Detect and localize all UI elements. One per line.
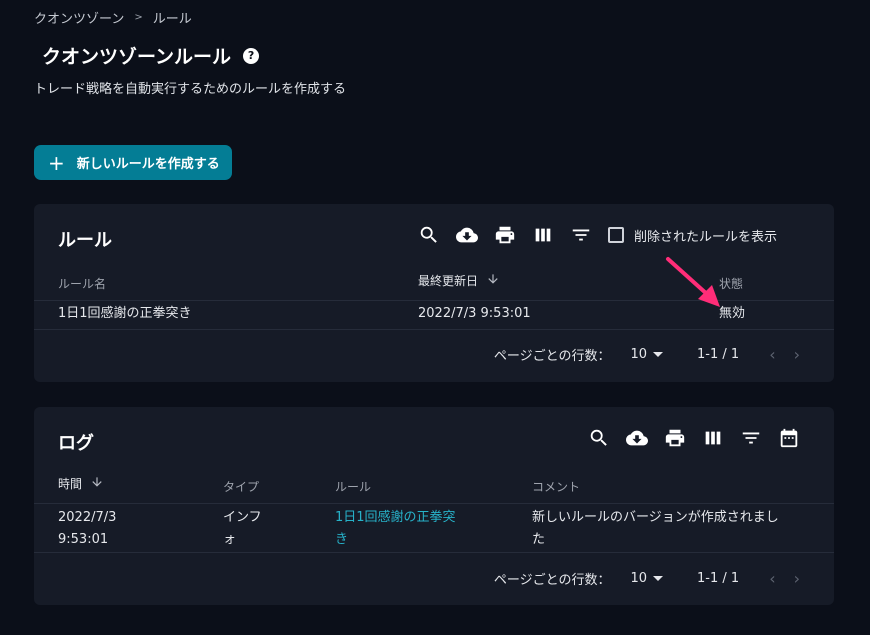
rules-toolbar: 削除されたルールを表示 [410,223,777,247]
log-comment-cell: 新しいルールのバージョンが作成されまし た [532,507,779,551]
page-title: クオンツゾーンルール ? [42,42,260,69]
column-header-comment[interactable]: コメント [532,478,580,495]
filter-icon[interactable] [562,223,600,247]
column-header-updated[interactable]: 最終更新日 [418,272,500,289]
breadcrumb: クオンツゾーン > ルール [34,8,192,27]
columns-icon[interactable] [524,223,562,247]
row-divider [34,552,834,553]
new-rule-button-label: 新しいルールを作成する [76,157,220,172]
rows-per-page-value: 10 [630,571,648,586]
logs-toolbar [580,426,808,450]
chevron-right-icon[interactable]: › [794,569,800,588]
column-header-type[interactable]: タイプ [223,478,259,495]
print-icon[interactable] [486,223,524,247]
logs-card-title: ログ [58,433,94,454]
show-deleted-label[interactable]: 削除されたルールを表示 [634,226,777,245]
chevron-left-icon[interactable]: ‹ [769,345,775,364]
caret-down-icon [653,576,664,581]
columns-icon[interactable] [694,426,732,450]
page-title-text: クオンツゾーンルール [42,46,232,68]
rules-pagination: ページごとの行数： 10 1-1 / 1 ‹ › [494,345,800,364]
log-time-date: 2022/7/3 [58,510,117,525]
rule-name-cell: 1日1回感謝の正拳突き [58,306,192,321]
search-icon[interactable] [410,223,448,247]
rows-per-page-select[interactable]: 10 [630,347,664,362]
log-comment-line1: 新しいルールのバージョンが作成されまし [532,510,779,525]
sort-down-icon[interactable] [486,272,500,289]
chevron-left-icon[interactable]: ‹ [769,569,775,588]
rows-per-page-select[interactable]: 10 [630,571,664,586]
download-icon[interactable] [448,223,486,247]
column-header-rule[interactable]: ルール [335,478,371,495]
log-rule-link[interactable]: 1日1回感謝の正拳突 き [335,507,456,551]
log-type-line1: インフ [223,510,262,525]
column-header-updated-label: 最終更新日 [418,274,479,288]
breadcrumb-parent[interactable]: クオンツゾーン [34,8,124,27]
sort-down-icon[interactable] [90,475,104,492]
column-header-time-label: 時間 [58,477,83,491]
page-subtitle: トレード戦略を自動実行するためのルールを作成する [34,82,347,97]
breadcrumb-separator-icon: > [134,12,143,23]
plus-icon: + [48,150,65,175]
print-icon[interactable] [656,426,694,450]
rows-per-page-label: ページごとの行数： [493,573,611,588]
help-icon[interactable]: ? [243,47,260,64]
rule-updated-cell: 2022/7/3 9:53:01 [418,306,531,321]
logs-card: ログ 時間 タイプ ルール コメント 2022/7/3 9:53:01 インフ … [34,407,834,605]
log-type-line2: ォ [223,532,237,547]
breadcrumb-current: ルール [152,12,192,27]
show-deleted-checkbox[interactable] [608,227,624,243]
page-range: 1-1 / 1 [697,571,740,586]
row-divider [34,329,834,330]
rules-card-title: ルール [58,230,112,251]
page-nav: ‹ › [769,345,800,364]
header-divider [34,503,834,504]
calendar-icon[interactable] [770,426,808,450]
download-icon[interactable] [618,426,656,450]
log-rule-line2: き [335,532,349,547]
log-rule-line1: 1日1回感謝の正拳突 [335,510,456,525]
column-header-rule-name[interactable]: ルール名 [58,275,106,292]
log-time-cell: 2022/7/3 9:53:01 [58,507,116,551]
page-nav: ‹ › [769,569,800,588]
log-time-clock: 9:53:01 [58,532,109,547]
new-rule-button[interactable]: + 新しいルールを作成する [34,145,232,180]
logs-pagination: ページごとの行数： 10 1-1 / 1 ‹ › [494,569,800,588]
page-range: 1-1 / 1 [697,347,740,362]
filter-icon[interactable] [732,426,770,450]
column-header-time[interactable]: 時間 [58,475,104,492]
log-comment-line2: た [532,532,546,547]
rows-per-page-value: 10 [630,347,648,362]
rows-per-page-label: ページごとの行数： [493,349,611,364]
log-type-cell: インフ ォ [223,507,262,551]
annotation-arrow-icon [666,257,720,307]
search-icon[interactable] [580,426,618,450]
caret-down-icon [653,352,664,357]
chevron-right-icon[interactable]: › [794,345,800,364]
